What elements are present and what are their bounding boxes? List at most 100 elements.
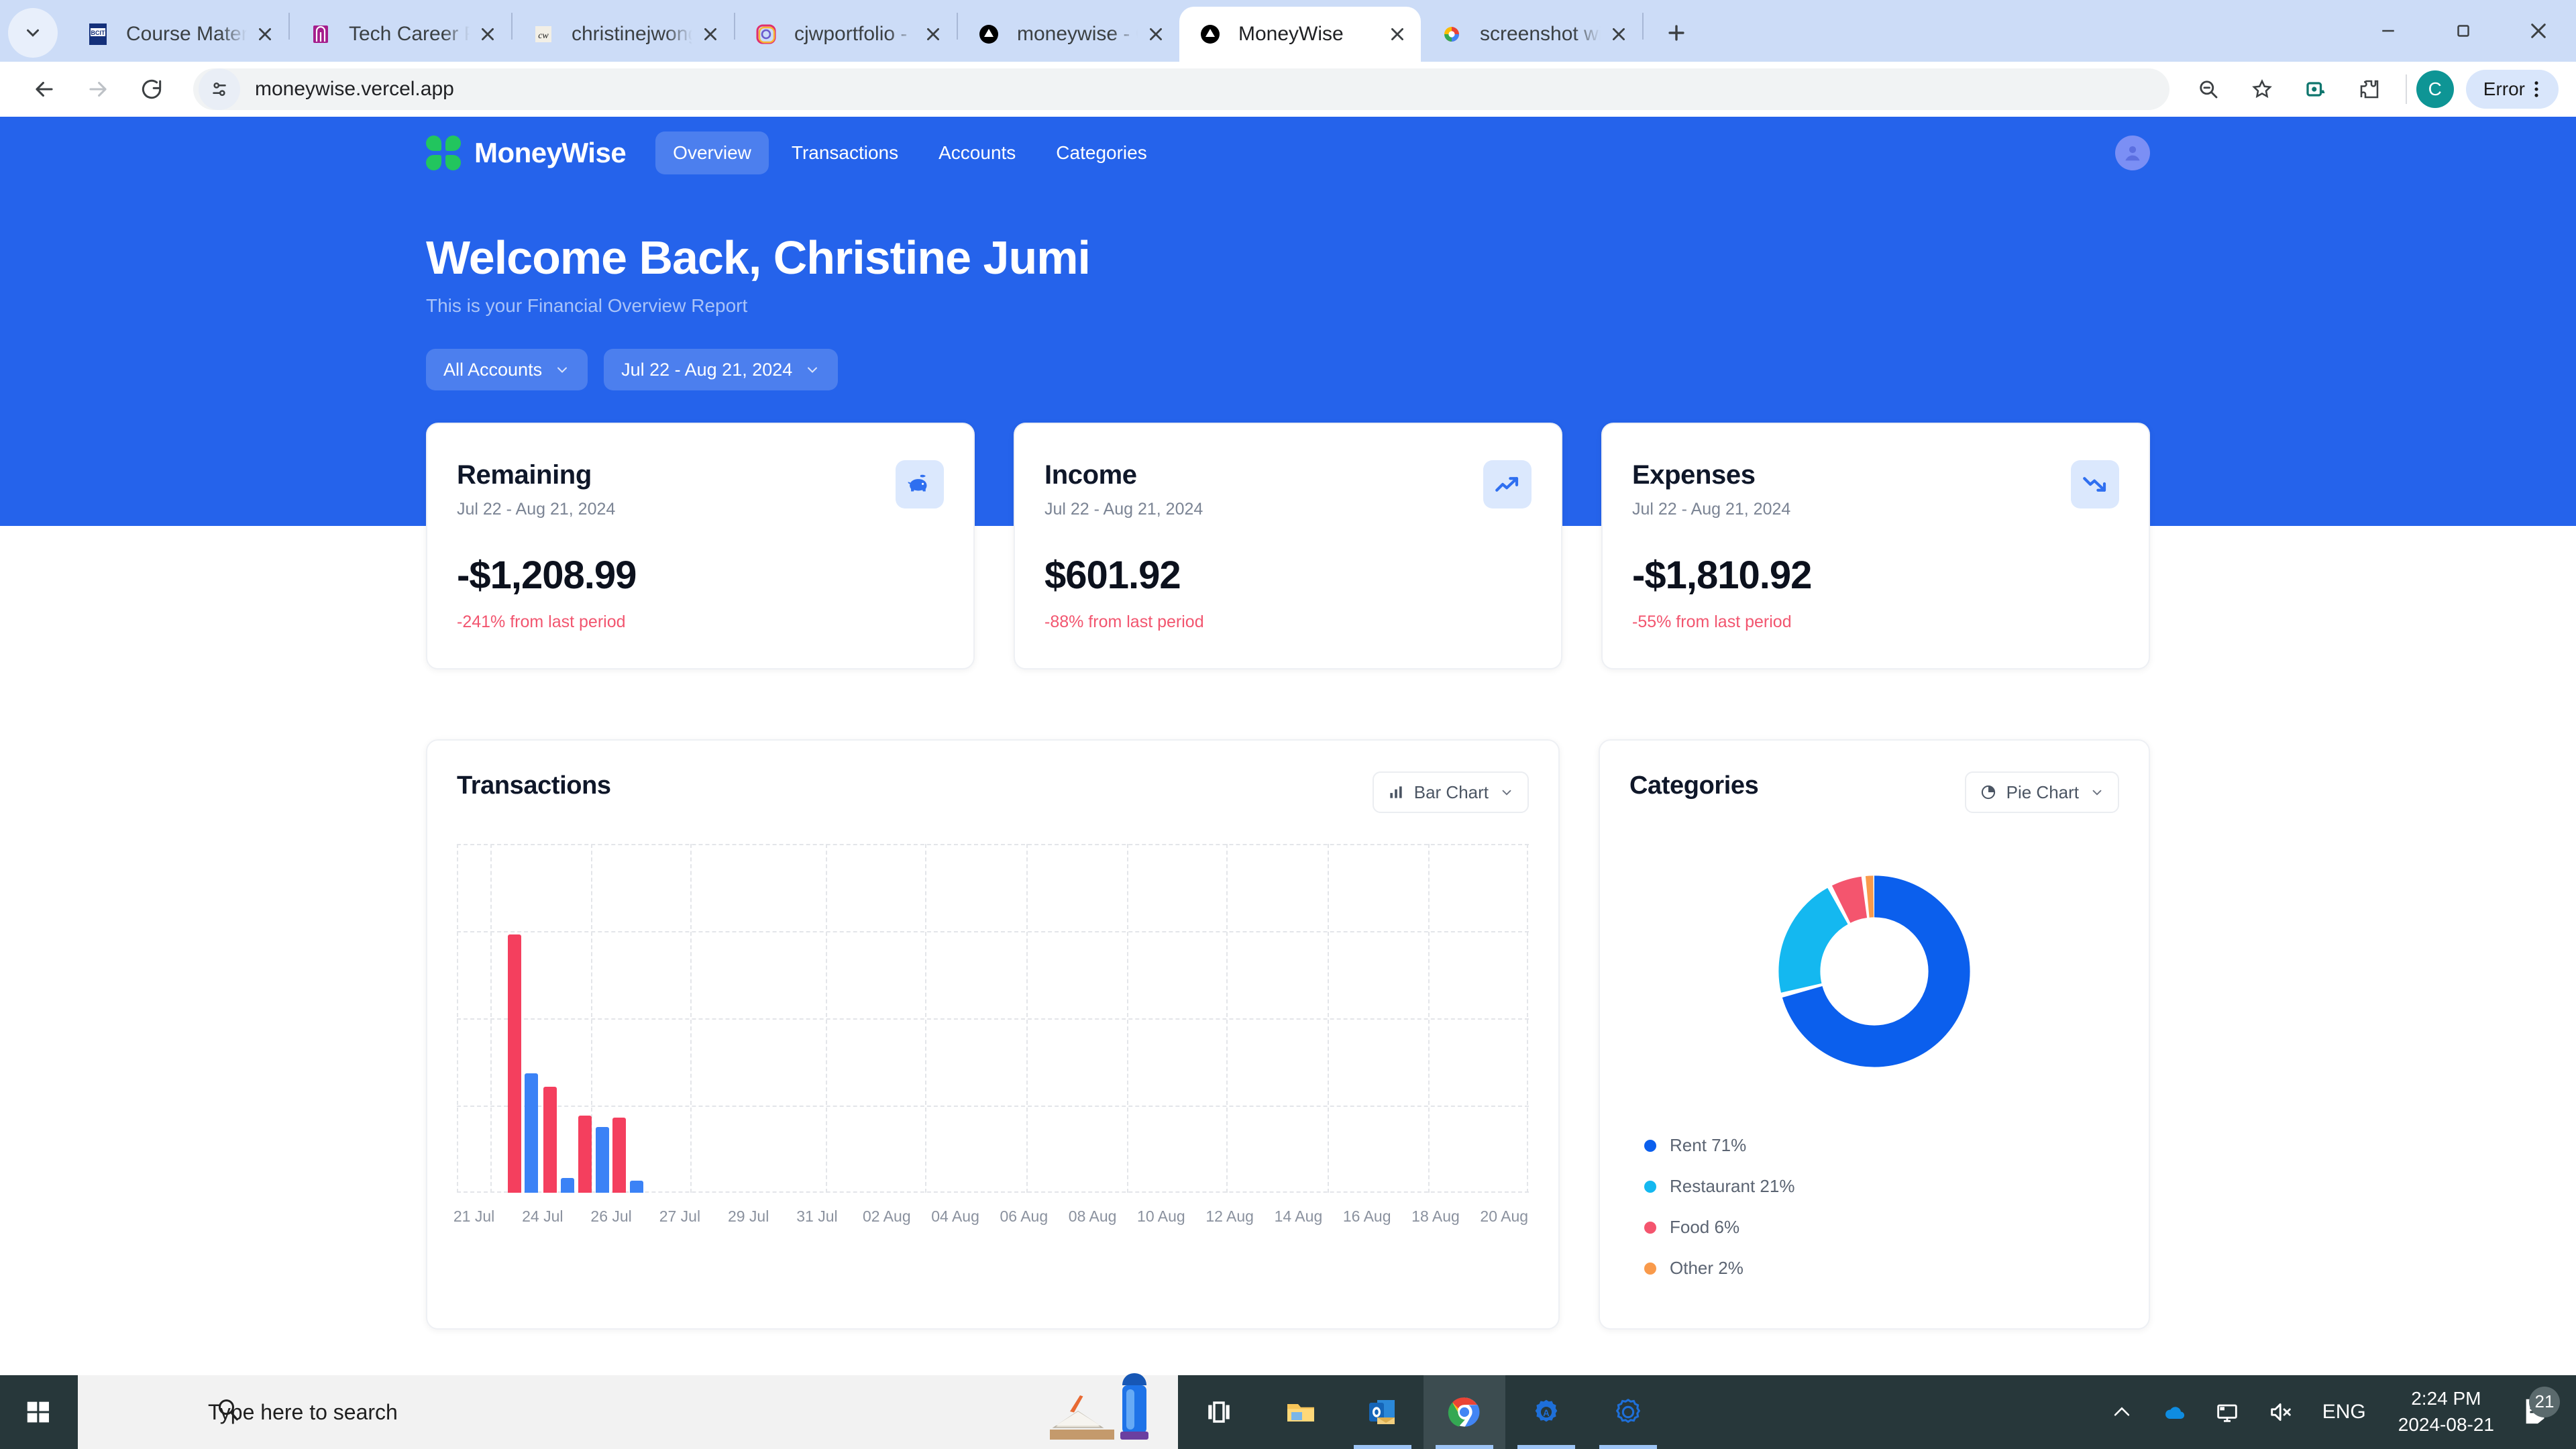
legend-color-dot (1644, 1181, 1656, 1193)
chevron-down-icon (554, 362, 570, 378)
taskbar-search-box[interactable]: Type here to search (78, 1375, 1178, 1449)
clock-time: 2:24 PM (2398, 1386, 2494, 1412)
brand-name: MoneyWise (474, 137, 626, 169)
mentorship-icon (307, 21, 334, 48)
date-range-filter-button[interactable]: Jul 22 - Aug 21, 2024 (604, 349, 838, 390)
nav-item-transactions[interactable]: Transactions (774, 131, 916, 174)
x-tick-label: 21 Jul (453, 1208, 494, 1226)
tab-strip: BCIT Course Materials | BCIT Learning Hu… (0, 0, 2576, 62)
back-button[interactable] (17, 62, 71, 116)
new-tab-button[interactable] (1653, 9, 1700, 56)
start-button[interactable] (0, 1375, 78, 1449)
settings-gear-button[interactable] (1587, 1375, 1669, 1449)
browser-tab[interactable]: cjwportfolio - (735, 7, 957, 62)
browser-tab[interactable]: screenshot windows (1421, 7, 1642, 62)
legend-color-dot (1644, 1263, 1656, 1275)
zoom-button[interactable] (2182, 62, 2235, 116)
browser-tab[interactable]: BCIT Course Materials | BCIT Learning Hu… (67, 7, 288, 62)
error-indicator[interactable]: Error (2466, 70, 2559, 109)
minimize-button[interactable] (2351, 0, 2426, 62)
forward-arrow-icon (85, 76, 111, 102)
settings-gear-blue-icon: A (1531, 1397, 1562, 1428)
legend-item-rent[interactable]: Rent 71% (1644, 1135, 2119, 1156)
site-settings-icon[interactable] (199, 68, 240, 110)
x-tick-label: 26 Jul (590, 1208, 631, 1226)
back-arrow-icon (32, 76, 57, 102)
card-delta: -88% from last period (1044, 612, 1532, 632)
close-icon[interactable] (915, 16, 951, 52)
chart-type-select-pie[interactable]: Pie Chart (1965, 771, 2119, 813)
network-button[interactable] (2200, 1399, 2254, 1426)
account-filter-button[interactable]: All Accounts (426, 349, 588, 390)
address-bar[interactable]: moneywise.vercel.app (193, 68, 2169, 110)
nav-links: Overview Transactions Accounts Categorie… (655, 131, 1165, 174)
bar-expense[interactable] (543, 1087, 557, 1193)
x-tick-label: 29 Jul (728, 1208, 769, 1226)
url-text: moneywise.vercel.app (255, 78, 454, 101)
file-explorer-button[interactable] (1260, 1375, 1342, 1449)
tab-label: MoneyWise (1238, 23, 1379, 46)
bar-chart-icon (1387, 784, 1405, 801)
windows-start-icon (23, 1397, 54, 1428)
bar-expense[interactable] (508, 934, 521, 1193)
tab-label: Tech Career Path and Mentorship (349, 23, 470, 46)
browser-tab-active[interactable]: MoneyWise (1179, 7, 1421, 62)
categories-donut-chart (1629, 830, 2119, 1112)
bar-income[interactable] (525, 1073, 538, 1193)
moneywise-clover-logo-icon (426, 136, 461, 170)
legend-label: Restaurant 21% (1670, 1176, 1794, 1197)
bar-expense[interactable] (612, 1118, 626, 1193)
language-indicator[interactable]: ENG (2308, 1401, 2381, 1424)
clock[interactable]: 2:24 PM 2024-08-21 (2381, 1386, 2512, 1438)
show-hidden-icons-button[interactable] (2097, 1401, 2147, 1424)
close-window-button[interactable] (2501, 0, 2576, 62)
x-tick-label: 06 Aug (1000, 1208, 1049, 1226)
user-avatar[interactable] (2115, 136, 2150, 170)
profile-avatar[interactable]: C (2416, 70, 2454, 108)
bar-income[interactable] (561, 1178, 574, 1193)
legend-item-other[interactable]: Other 2% (1644, 1258, 2119, 1279)
reload-button[interactable] (125, 62, 178, 116)
task-view-button[interactable] (1178, 1375, 1260, 1449)
date-range-label: Jul 22 - Aug 21, 2024 (621, 360, 792, 380)
bar-income[interactable] (596, 1127, 609, 1193)
browser-tab[interactable]: moneywise - Overview (958, 7, 1179, 62)
bookmark-button[interactable] (2235, 62, 2289, 116)
chrome-button[interactable] (1424, 1375, 1505, 1449)
settings-gear-blue-button[interactable]: A (1505, 1375, 1587, 1449)
browser-tab[interactable]: Tech Career Path and Mentorship (290, 7, 511, 62)
chevron-down-icon (2090, 785, 2104, 800)
close-icon[interactable] (470, 16, 506, 52)
close-icon[interactable] (247, 16, 283, 52)
tab-label: moneywise - Overview (1017, 23, 1138, 46)
close-icon[interactable] (1601, 16, 1637, 52)
card-title: Remaining (457, 460, 615, 490)
nav-item-categories[interactable]: Categories (1038, 131, 1164, 174)
browser-tab[interactable]: cw christinejwong.com/portfolio (513, 7, 734, 62)
notifications-button[interactable]: 21 (2512, 1395, 2569, 1430)
maximize-button[interactable] (2426, 0, 2501, 62)
bar-income[interactable] (630, 1181, 643, 1193)
volume-button[interactable] (2254, 1399, 2308, 1426)
extension-button[interactable] (2289, 62, 2343, 116)
legend-item-food[interactable]: Food 6% (1644, 1217, 2119, 1238)
close-icon[interactable] (1138, 16, 1174, 52)
brand-logo-link[interactable]: MoneyWise (426, 136, 626, 170)
categories-panel: Categories Pie Chart (1599, 739, 2150, 1330)
page-subtitle: This is your Financial Overview Report (426, 295, 2150, 317)
chart-type-select-bar[interactable]: Bar Chart (1373, 771, 1529, 813)
forward-button[interactable] (71, 62, 125, 116)
divider (2406, 74, 2407, 104)
legend-item-restaurant[interactable]: Restaurant 21% (1644, 1176, 2119, 1197)
outlook-button[interactable] (1342, 1375, 1424, 1449)
onedrive-button[interactable] (2147, 1399, 2200, 1426)
extensions-button[interactable] (2343, 62, 2396, 116)
close-icon[interactable] (692, 16, 729, 52)
notifications-badge: 21 (2529, 1387, 2560, 1417)
card-date-range: Jul 22 - Aug 21, 2024 (1632, 500, 1790, 519)
close-icon[interactable] (1379, 16, 1415, 52)
bar-expense[interactable] (578, 1116, 592, 1193)
nav-item-accounts[interactable]: Accounts (921, 131, 1033, 174)
tab-search-button[interactable] (8, 8, 58, 58)
nav-item-overview[interactable]: Overview (655, 131, 769, 174)
